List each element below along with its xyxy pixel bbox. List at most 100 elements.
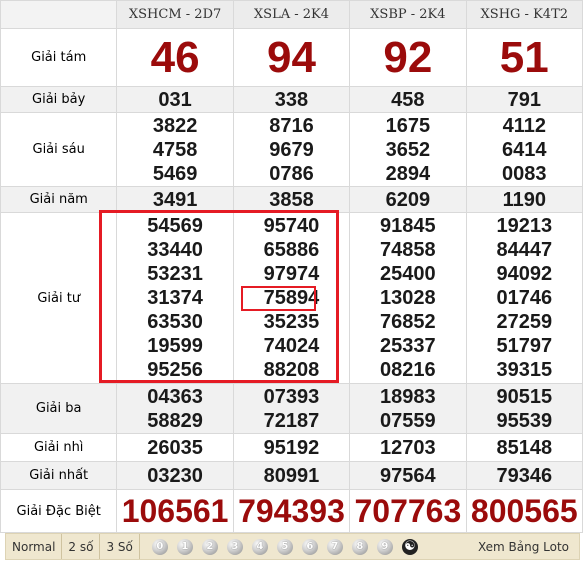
prize-cell: 18983 07559 [349, 383, 467, 434]
digit-0-button[interactable]: 0 [151, 538, 168, 555]
prize-cell: 1675 3652 2894 [349, 112, 467, 187]
prize-number: 91845 [380, 215, 436, 237]
option-3-so[interactable]: 3 Số [100, 534, 140, 559]
prize-number: 01746 [496, 287, 553, 309]
prize-number: 4758 [152, 138, 198, 161]
prize-cell: 8716 9679 0786 [232, 112, 351, 187]
header-xshg[interactable]: XSHG - K4T2 [465, 0, 584, 29]
prize-cell: 95740 65886 97974 75894 35235 74024 8820… [232, 212, 351, 384]
prize-number: 1675 [385, 114, 431, 137]
prize-cell: 91845 74858 25400 13028 76852 25337 0821… [349, 212, 467, 384]
row-label: Giải tám [0, 28, 118, 87]
prize-cell: 51 [465, 28, 584, 87]
prize-cell: 458 [349, 86, 467, 113]
row-label: Giải Đặc Biệt [0, 489, 118, 533]
prize-number: 65886 [263, 239, 320, 261]
row-label: Giải sáu [0, 112, 118, 187]
prize-number: 3491 [152, 188, 198, 211]
header-xshcm[interactable]: XSHCM - 2D7 [116, 0, 234, 29]
header-xsla[interactable]: XSLA - 2K4 [232, 0, 351, 29]
option-normal[interactable]: Normal [6, 534, 63, 559]
header-xsbp[interactable]: XSBP - 2K4 [349, 0, 467, 29]
row-giai-tu: Giải tư 54569 33440 53231 31374 63530 19… [0, 212, 584, 384]
prize-number: 51 [499, 32, 549, 82]
prize-cell: 79346 [465, 461, 584, 490]
prize-number: 31374 [147, 287, 203, 309]
digit-3-button[interactable]: 3 [226, 538, 243, 555]
row-giai-dac-biet: Giải Đặc Biệt 106561 794393 707763 80056… [0, 489, 584, 533]
digit-9-button[interactable]: 9 [376, 538, 393, 555]
row-label: Giải nhì [0, 433, 118, 462]
prize-cell: 707763 [349, 489, 467, 533]
prize-number: 0786 [269, 162, 314, 185]
digit-1-button[interactable]: 1 [176, 538, 193, 555]
prize-number: 53231 [147, 263, 203, 285]
row-giai-nhi: Giải nhì 26035 95192 12703 85148 [0, 433, 584, 462]
prize-number: 04363 [147, 385, 203, 408]
special-prize-number: 707763 [354, 493, 462, 529]
row-giai-tam: Giải tám 46 94 92 51 [0, 28, 584, 87]
prize-number: 25337 [380, 335, 436, 357]
prize-cell: 94 [232, 28, 351, 87]
prize-cell: 95192 [232, 433, 351, 462]
special-prize-number: 106561 [121, 493, 229, 529]
prize-number: 94092 [496, 263, 553, 285]
prize-number: 74024 [263, 335, 320, 357]
option-2-so[interactable]: 2 số [62, 534, 101, 559]
digit-2-button[interactable]: 2 [201, 538, 218, 555]
prize-number: 13028 [380, 287, 436, 309]
prize-number: 25400 [380, 263, 436, 285]
prize-number: 92 [383, 32, 433, 82]
prize-number: 07393 [263, 385, 320, 408]
prize-number: 08216 [380, 359, 436, 381]
prize-number: 8716 [269, 114, 314, 137]
yin-yang-icon[interactable]: ☯ [401, 538, 418, 555]
prize-cell: 338 [232, 86, 351, 113]
row-label: Giải bảy [0, 86, 118, 113]
prize-number: 3652 [385, 138, 431, 161]
prize-number: 031 [158, 88, 192, 111]
prize-number: 94 [267, 32, 316, 82]
row-giai-nhat: Giải nhất 03230 80991 97564 79346 [0, 461, 584, 490]
prize-cell: 54569 33440 53231 31374 63530 19599 9525… [116, 212, 234, 384]
loto-table-link[interactable]: Xem Bảng Loto [478, 540, 579, 554]
prize-number: 80991 [263, 464, 320, 487]
prize-number: 97564 [380, 464, 436, 487]
digit-4-button[interactable]: 4 [251, 538, 268, 555]
prize-number: 27259 [496, 311, 553, 333]
prize-cell: 80991 [232, 461, 351, 490]
prize-number: 12703 [380, 436, 436, 459]
prize-number: 07559 [380, 409, 436, 432]
results-table: XSHCM - 2D7 XSLA - 2K4 XSBP - 2K4 XSHG -… [0, 0, 584, 533]
prize-number: 75894 [263, 287, 320, 309]
row-giai-sau: Giải sáu 3822 4758 5469 8716 9679 0786 1… [0, 112, 584, 187]
digit-5-button[interactable]: 5 [276, 538, 293, 555]
row-label: Giải tư [0, 212, 118, 384]
prize-number: 9679 [269, 138, 314, 161]
header-row: XSHCM - 2D7 XSLA - 2K4 XSBP - 2K4 XSHG -… [0, 0, 584, 29]
prize-cell: 03230 [116, 461, 234, 490]
prize-cell: 791 [465, 86, 584, 113]
prize-number: 95539 [496, 409, 553, 432]
prize-number: 6209 [385, 188, 431, 211]
prize-number: 6414 [502, 138, 547, 161]
prize-number: 79346 [496, 464, 553, 487]
prize-cell: 97564 [349, 461, 467, 490]
row-label: Giải nhất [0, 461, 118, 490]
prize-number: 19599 [147, 335, 203, 357]
prize-number: 95256 [147, 359, 203, 381]
digit-8-button[interactable]: 8 [351, 538, 368, 555]
prize-cell: 90515 95539 [465, 383, 584, 434]
prize-number: 39315 [496, 359, 553, 381]
prize-number: 26035 [147, 436, 203, 459]
prize-cell: 794393 [232, 489, 351, 533]
prize-number: 88208 [263, 359, 320, 381]
header-corner [0, 0, 118, 29]
digit-6-button[interactable]: 6 [301, 538, 318, 555]
prize-number: 85148 [496, 436, 553, 459]
row-label: Giải ba [0, 383, 118, 434]
row-giai-nam: Giải năm 3491 3858 6209 1190 [0, 186, 584, 213]
prize-number: 63530 [147, 311, 203, 333]
prize-number: 84447 [496, 239, 553, 261]
digit-7-button[interactable]: 7 [326, 538, 343, 555]
